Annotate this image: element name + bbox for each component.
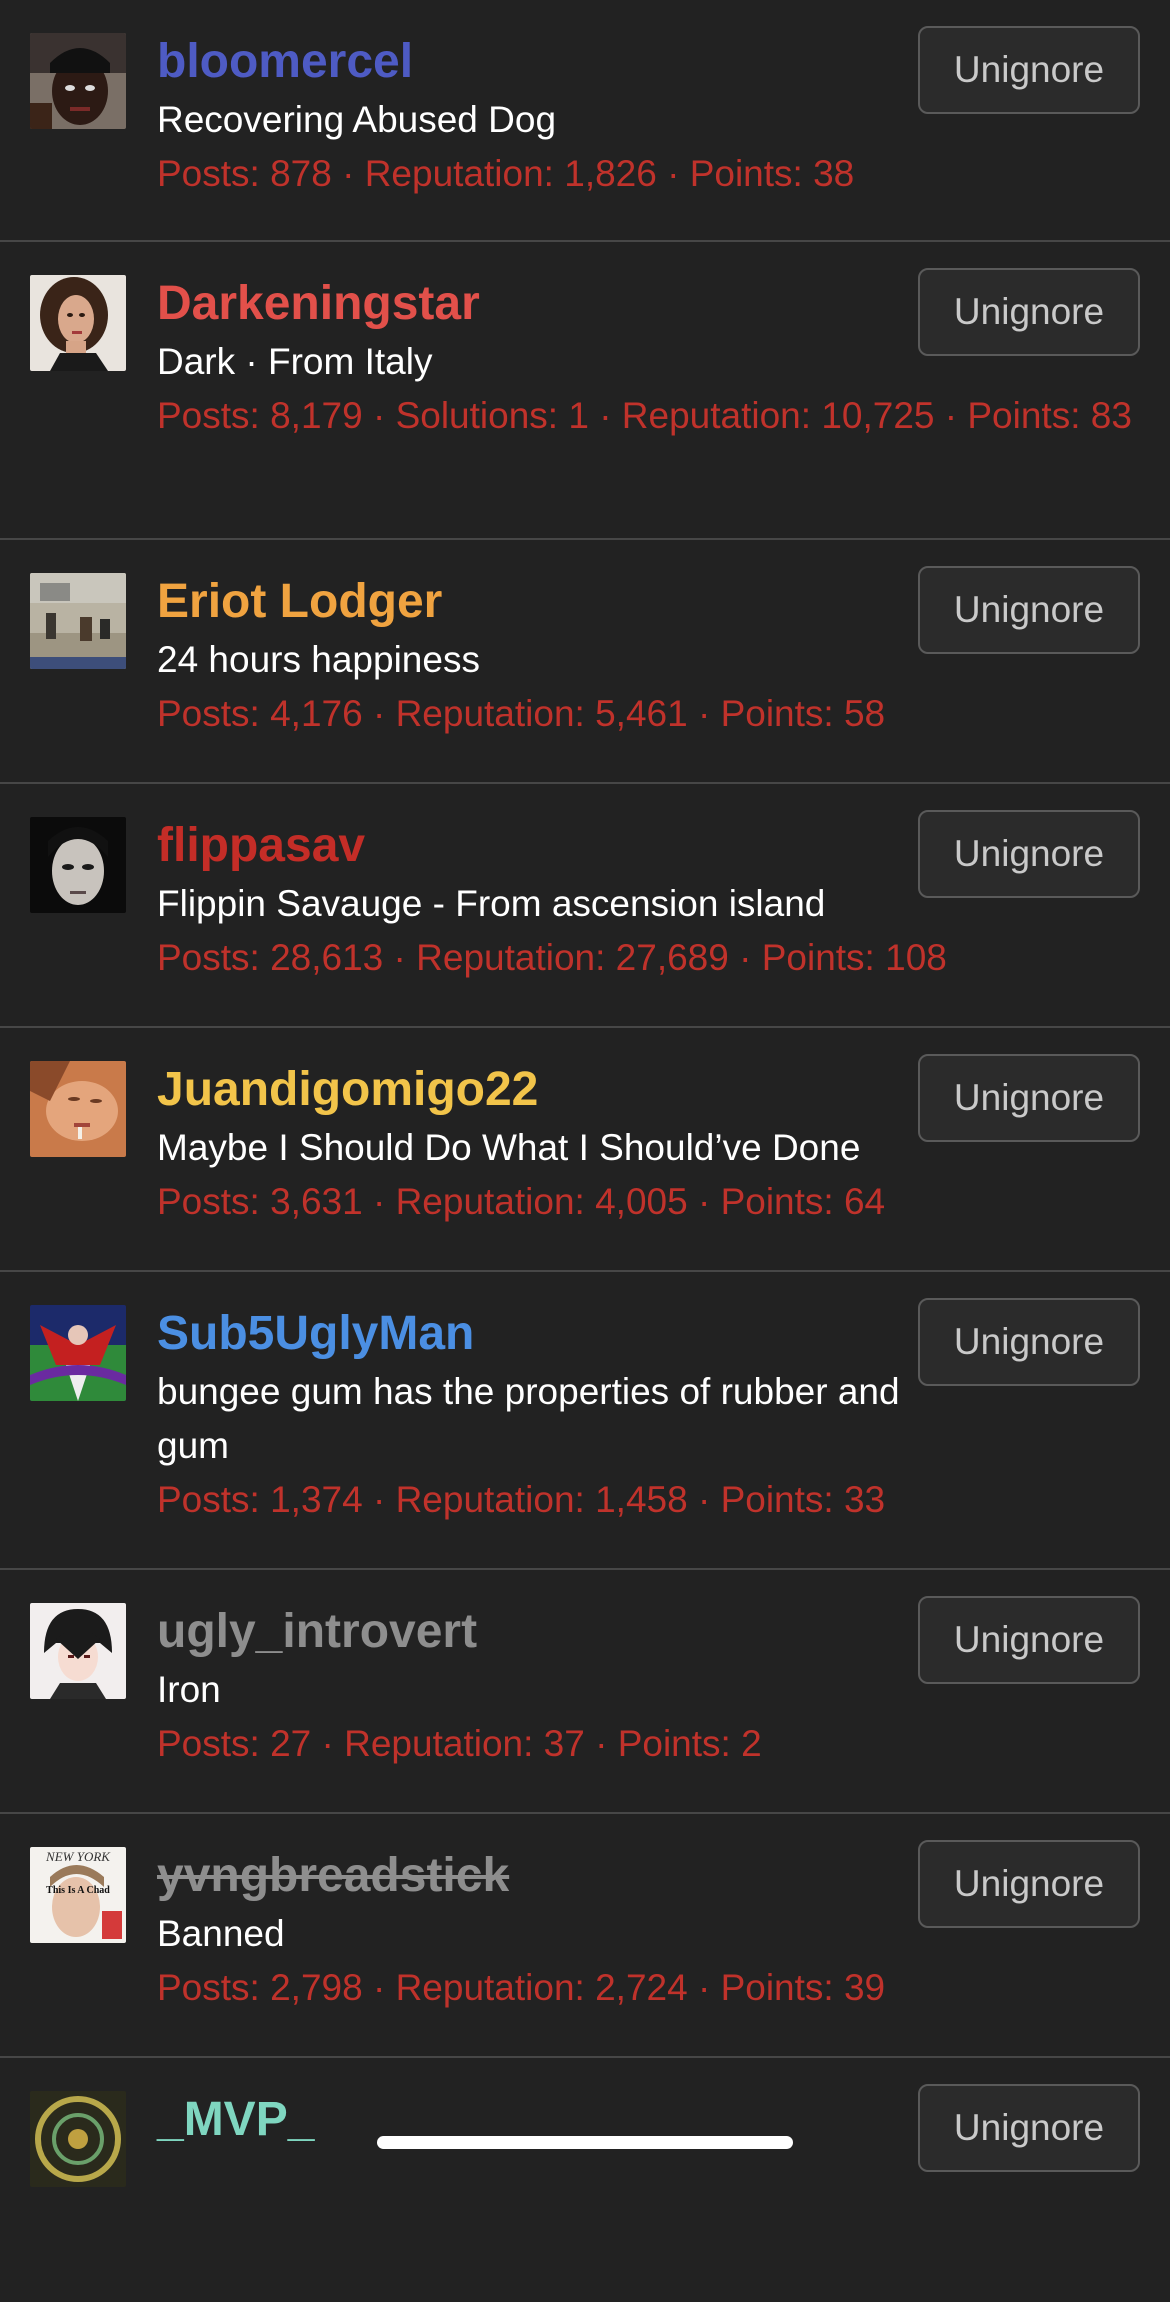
list-item: Darkeningstar Dark · From Italy Posts: 8… <box>0 242 1170 540</box>
unignore-button[interactable]: Unignore <box>918 810 1140 898</box>
unignore-button[interactable]: Unignore <box>918 1054 1140 1142</box>
svg-text:This Is A Chad: This Is A Chad <box>46 1885 110 1896</box>
anime-villain-avatar[interactable] <box>30 1305 126 1401</box>
ornament-avatar[interactable] <box>30 2091 126 2187</box>
user-stats: Posts: 27 · Reputation: 37 · Points: 2 <box>157 1723 762 1764</box>
lying-face-avatar[interactable] <box>30 1061 126 1157</box>
list-item: Juandigomigo22 Maybe I Should Do What I … <box>0 1028 1170 1272</box>
user-stats: Posts: 4,176 · Reputation: 5,461 · Point… <box>157 693 886 734</box>
user-stats: Posts: 878 · Reputation: 1,826 · Points:… <box>157 153 855 194</box>
unignore-button[interactable]: Unignore <box>918 2084 1140 2172</box>
woman-curly-hair-avatar[interactable] <box>30 275 126 371</box>
man-durag-avatar[interactable] <box>30 33 126 129</box>
pale-face-avatar[interactable] <box>30 817 126 913</box>
list-item: bloomercel Recovering Abused Dog Posts: … <box>0 0 1170 242</box>
unignore-button[interactable]: Unignore <box>918 566 1140 654</box>
anime-boy-avatar[interactable] <box>30 1603 126 1699</box>
user-stats: Posts: 8,179 · Solutions: 1 · Reputation… <box>157 395 1132 436</box>
list-item: NEW YORK This Is A Chad yvngbreadstick B… <box>0 1814 1170 2058</box>
home-indicator[interactable] <box>377 2136 793 2149</box>
list-item: _MVP_ Unignore <box>0 2058 1170 2302</box>
user-stats: Posts: 3,631 · Reputation: 4,005 · Point… <box>157 1181 886 1222</box>
street-scene-avatar[interactable] <box>30 573 126 669</box>
user-stats: Posts: 2,798 · Reputation: 2,724 · Point… <box>157 1967 886 2008</box>
list-item: Eriot Lodger 24 hours happiness Posts: 4… <box>0 540 1170 784</box>
unignore-button[interactable]: Unignore <box>918 26 1140 114</box>
list-item: flippasav Flippin Savauge - From ascensi… <box>0 784 1170 1028</box>
ignored-users-list: bloomercel Recovering Abused Dog Posts: … <box>0 0 1170 2302</box>
user-stats: Posts: 1,374 · Reputation: 1,458 · Point… <box>157 1479 886 1520</box>
unignore-button[interactable]: Unignore <box>918 268 1140 356</box>
unignore-button[interactable]: Unignore <box>918 1840 1140 1928</box>
list-item: Sub5UglyMan bungee gum has the propertie… <box>0 1272 1170 1570</box>
unignore-button[interactable]: Unignore <box>918 1596 1140 1684</box>
list-item: ugly_introvert Iron Posts: 27 · Reputati… <box>0 1570 1170 1814</box>
magazine-cover-avatar[interactable]: NEW YORK This Is A Chad <box>30 1847 126 1943</box>
svg-text:NEW YORK: NEW YORK <box>45 1849 111 1864</box>
user-stats: Posts: 28,613 · Reputation: 27,689 · Poi… <box>157 937 947 978</box>
unignore-button[interactable]: Unignore <box>918 1298 1140 1386</box>
